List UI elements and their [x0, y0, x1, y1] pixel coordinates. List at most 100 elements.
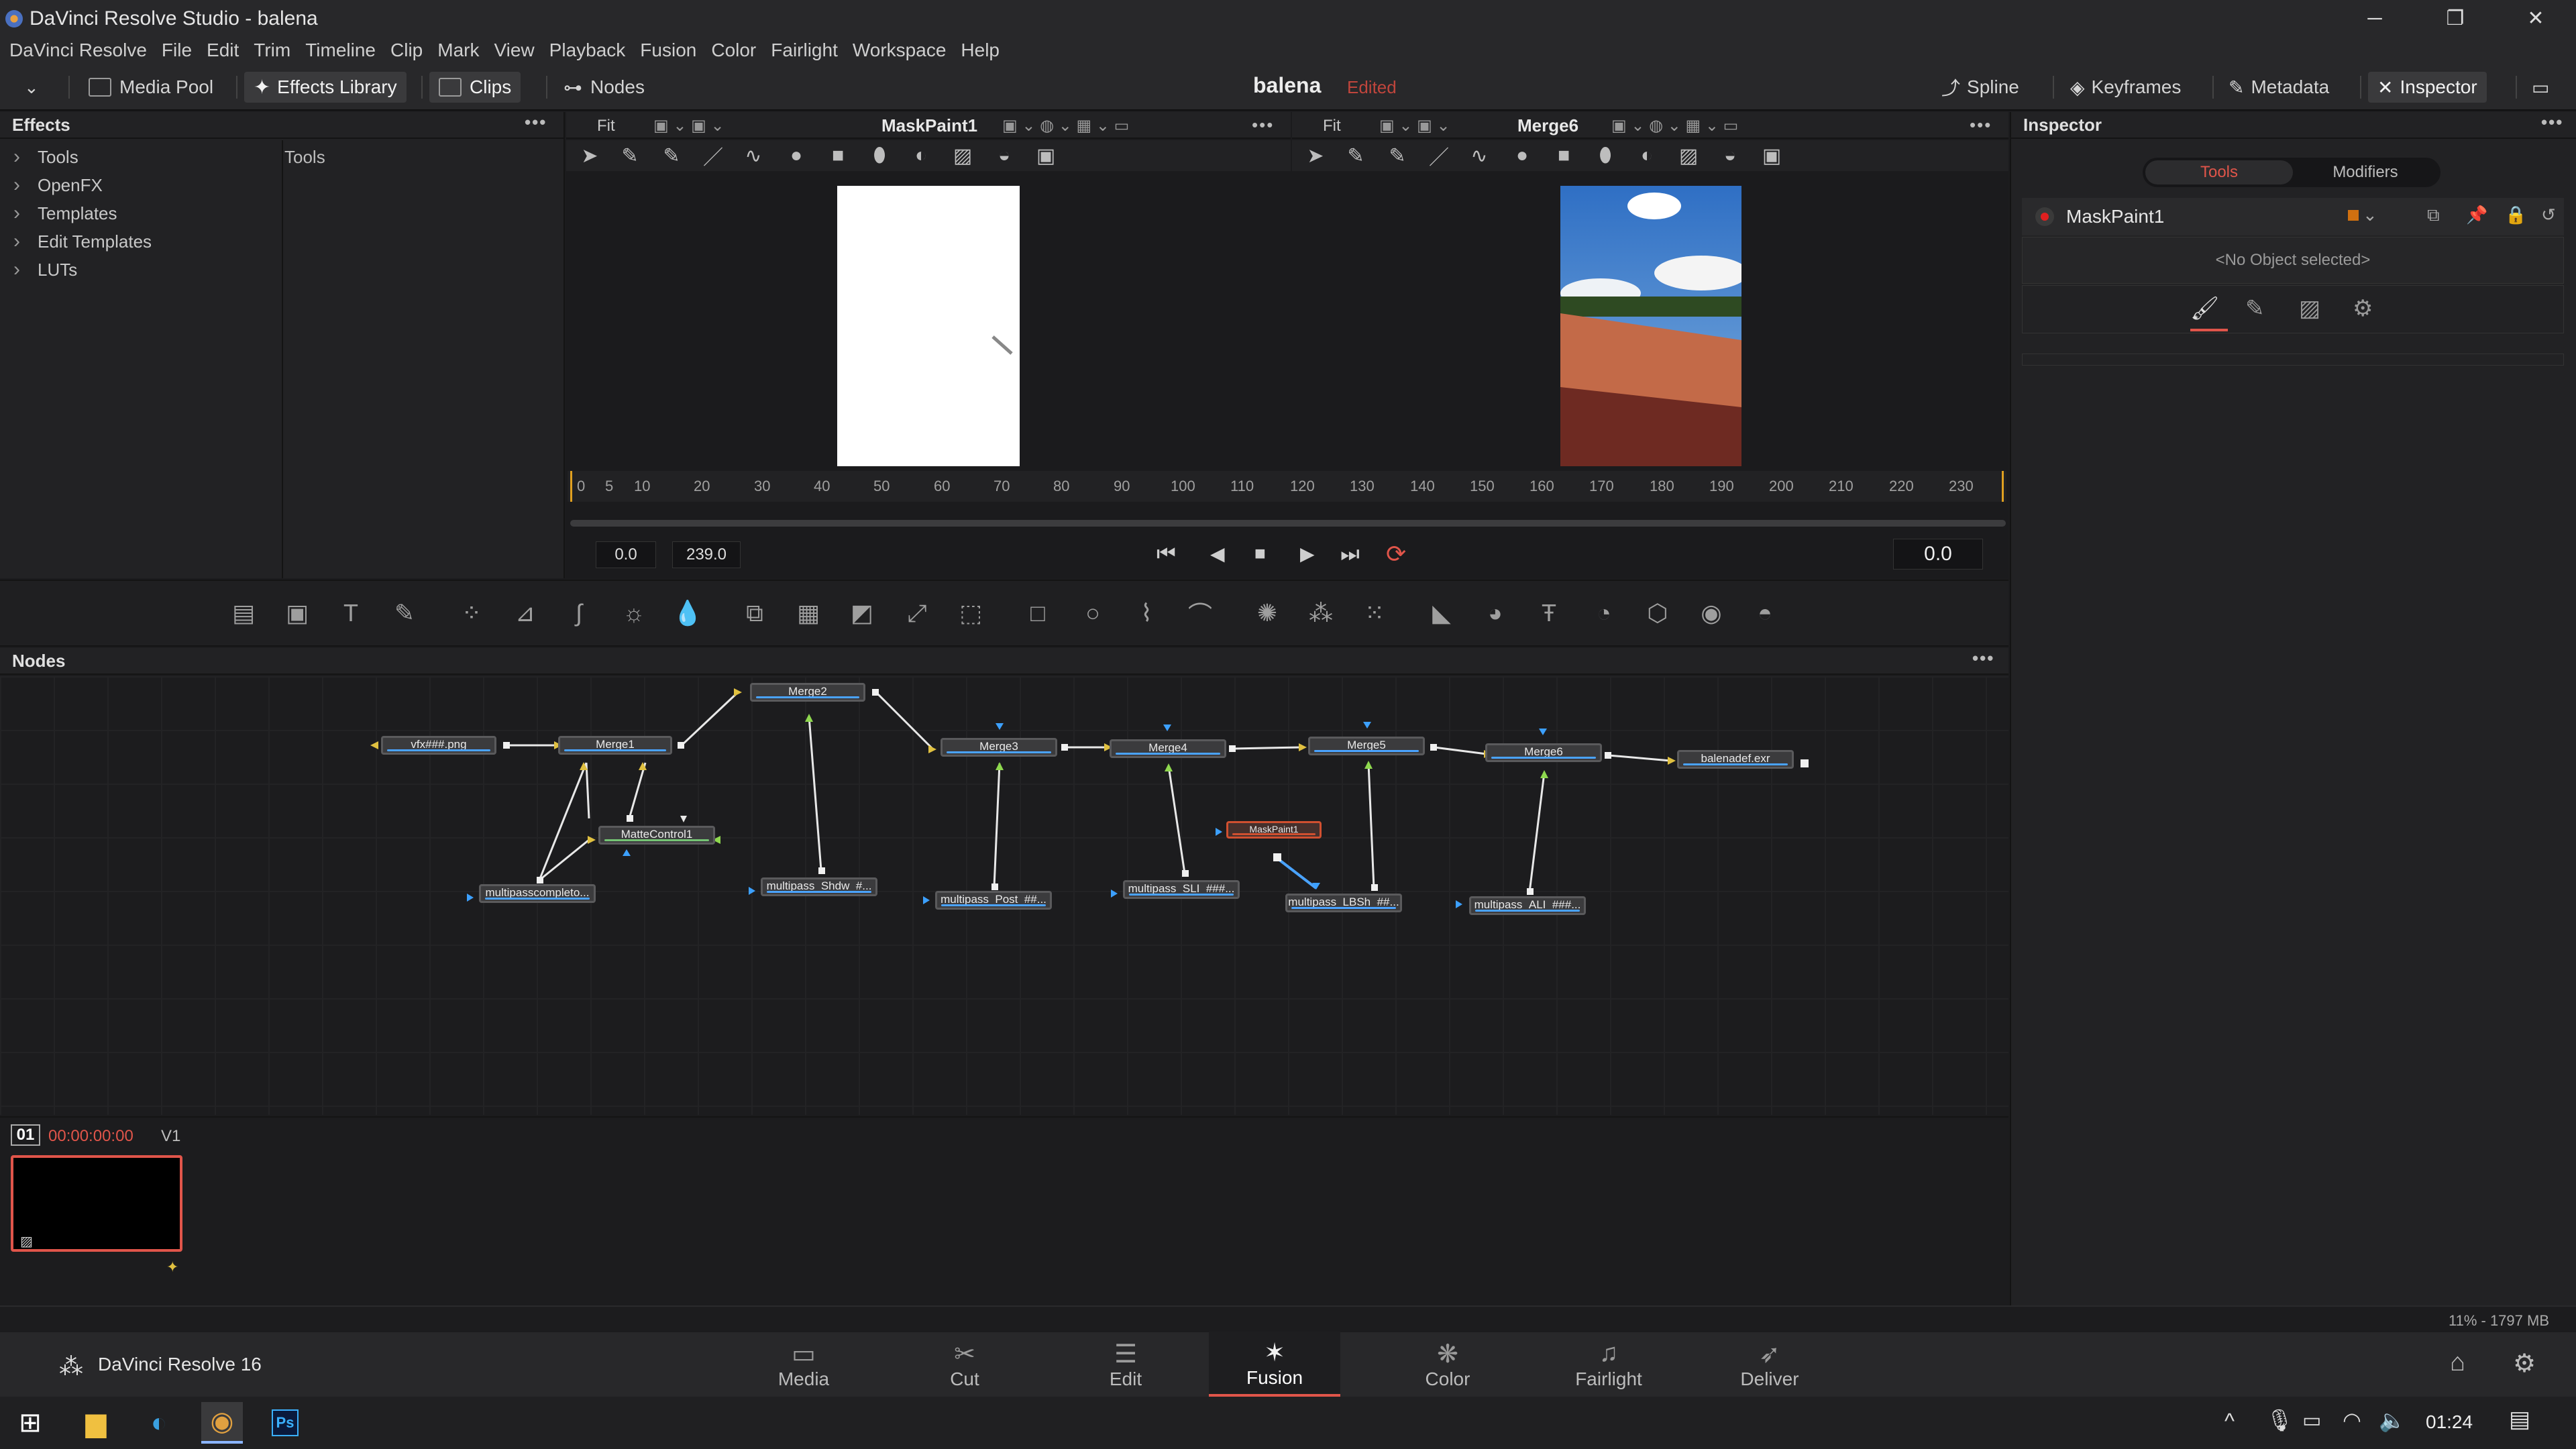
menu-davinci[interactable]: DaVinci Resolve — [9, 40, 147, 61]
copy-ellipse-icon[interactable]: ◒ — [1719, 144, 1741, 167]
spotlight-icon[interactable]: ◉ — [1695, 599, 1728, 627]
color-swatch[interactable] — [2348, 210, 2359, 221]
menu-file[interactable]: File — [162, 40, 192, 61]
merge-tool-icon[interactable]: ⧉ — [738, 599, 771, 627]
skip-to-start-icon[interactable]: ⏮ — [1157, 541, 1176, 567]
image-loader-icon[interactable]: ▣ — [280, 599, 314, 627]
text3d-icon[interactable]: Ŧ — [1532, 599, 1566, 627]
stroke-icon[interactable]: ／ — [702, 144, 724, 169]
tree-item-luts[interactable]: LUTs — [0, 256, 282, 284]
menu-clip[interactable]: Clip — [390, 40, 423, 61]
viewer-left-more-icon[interactable]: ••• — [1252, 115, 1274, 136]
page-fairlight[interactable]: ♫ Fairlight — [1543, 1332, 1674, 1397]
viewer-left-fit[interactable]: Fit — [597, 117, 615, 136]
node-merge4[interactable]: Merge4 — [1110, 739, 1226, 758]
skip-to-end-icon[interactable]: ⏭ — [1340, 541, 1360, 567]
circle-icon[interactable]: ● — [785, 144, 808, 167]
circle-icon[interactable]: ● — [1511, 144, 1534, 167]
polygon-icon[interactable]: ▣ — [1034, 144, 1057, 167]
reset-icon[interactable]: ↺ — [2541, 205, 2556, 225]
more-options-icon[interactable]: ••• — [2541, 112, 2563, 133]
page-deliver[interactable]: ➶ Deliver — [1704, 1332, 1835, 1397]
menu-fusion[interactable]: Fusion — [640, 40, 696, 61]
fullscreen-button[interactable]: ▭ — [2522, 72, 2559, 103]
minimize-button[interactable]: ─ — [2334, 0, 2415, 37]
tab-modifiers[interactable]: Modifiers — [2293, 160, 2438, 184]
node-loader-ali[interactable]: multipass_ALI_###... — [1469, 896, 1586, 915]
edit-icon[interactable]: ✎ — [2245, 295, 2265, 322]
wand-icon[interactable]: ◐ — [1635, 144, 1658, 167]
bspline-mask-icon[interactable]: ⌒ — [1183, 599, 1217, 629]
paint-tool-icon[interactable]: ✎ — [388, 599, 421, 627]
page-fusion[interactable]: ✶ Fusion — [1209, 1332, 1340, 1397]
versions-icon[interactable]: ⧉ — [2427, 205, 2440, 226]
play-icon[interactable]: ▶ — [1300, 543, 1315, 565]
effects-library-button[interactable]: ✦ Effects Library — [244, 72, 407, 103]
tree-item-templates[interactable]: Templates — [0, 199, 282, 227]
stroke-icon[interactable]: ／ — [1428, 144, 1450, 169]
chevron-down-icon[interactable]: ⌄ — [2363, 205, 2377, 225]
page-color[interactable]: ❋ Color — [1382, 1332, 1513, 1397]
menu-color[interactable]: Color — [711, 40, 756, 61]
node-merge1[interactable]: Merge1 — [558, 736, 672, 755]
particle-icon[interactable]: ⁘ — [455, 599, 488, 627]
davinci-taskbar-icon[interactable]: ◉ — [201, 1402, 243, 1444]
polyline-icon[interactable]: ∿ — [1468, 144, 1491, 167]
node-loader-sli[interactable]: multipass_SLI_###... — [1123, 880, 1240, 899]
more-options-icon[interactable]: ••• — [525, 112, 547, 133]
home-icon[interactable]: ⌂ — [2450, 1348, 2465, 1377]
wifi-icon[interactable]: ◠ — [2343, 1407, 2361, 1433]
fill-icon[interactable]: ⬮ — [868, 144, 891, 167]
multistroke-icon[interactable]: ✎ — [1344, 144, 1367, 167]
node-loader-post[interactable]: multipass_Post_##... — [935, 891, 1052, 910]
channel-booleans-icon[interactable]: ◩ — [845, 599, 879, 627]
node-loader-vfx[interactable]: vfx###.png — [381, 736, 496, 755]
merge3d-icon[interactable]: ◕ — [1479, 599, 1512, 627]
notification-icon[interactable]: ▤ — [2509, 1406, 2530, 1433]
copy-rect-icon[interactable]: ▨ — [1677, 144, 1700, 167]
viewer-right-options-icon[interactable]: ▣ ⌄ ▣ ⌄ — [1379, 116, 1450, 136]
rectangle-mask-icon[interactable]: □ — [1021, 599, 1055, 627]
close-button[interactable]: ✕ — [2496, 0, 2576, 37]
node-maskpaint1[interactable]: MaskPaint1 — [1226, 821, 1322, 839]
menu-fairlight[interactable]: Fairlight — [771, 40, 838, 61]
tree-item-edit-templates[interactable]: Edit Templates — [0, 227, 282, 256]
polyline-icon[interactable]: ∿ — [742, 144, 765, 167]
media-pool-button[interactable]: Media Pool — [79, 72, 223, 103]
playhead-start-marker[interactable] — [570, 471, 572, 502]
node-merge5[interactable]: Merge5 — [1308, 737, 1425, 755]
select-tool-icon[interactable]: ➤ — [1304, 144, 1327, 167]
camera3d-icon[interactable]: ◔ — [1587, 599, 1621, 627]
maximize-button[interactable]: ❐ — [2415, 0, 2496, 37]
clone-stroke-icon[interactable]: ✎ — [660, 144, 683, 167]
stop-icon[interactable]: ■ — [1254, 543, 1266, 564]
timeline-scrollbar[interactable] — [570, 520, 2006, 527]
maskpaint-preview-image[interactable] — [837, 186, 1020, 466]
viewer-right-more-icon[interactable]: ••• — [1970, 115, 1992, 136]
rectangle-icon[interactable]: ■ — [826, 144, 849, 167]
rectangle-icon[interactable]: ■ — [1552, 144, 1575, 167]
viewer-right-fit[interactable]: Fit — [1323, 117, 1341, 136]
shape3d-icon[interactable]: ◣ — [1425, 599, 1458, 627]
tree-item-tools[interactable]: Tools — [0, 143, 282, 171]
nodes-panel[interactable]: Nodes ••• vfx###.png Merge1 Merge2 Matte… — [0, 648, 2008, 1115]
menu-view[interactable]: View — [494, 40, 534, 61]
menu-playback[interactable]: Playback — [549, 40, 626, 61]
color-corrector-icon[interactable]: ∫ — [562, 599, 596, 627]
resize-icon[interactable]: ⤢ — [900, 599, 934, 627]
clips-button[interactable]: Clips — [429, 72, 521, 103]
playhead-end-marker[interactable] — [2002, 471, 2004, 502]
brightness-icon[interactable]: ☼ — [617, 599, 651, 627]
node-mattecontrol1[interactable]: MatteControl1 — [598, 826, 715, 845]
loop-icon[interactable]: ⟳ — [1386, 540, 1406, 568]
page-media[interactable]: ▭ Media — [738, 1332, 869, 1397]
lock-icon[interactable]: 🔒 — [2505, 205, 2526, 225]
workspace-dropdown[interactable]: ⌄ — [15, 72, 48, 103]
wand-icon[interactable]: ◐ — [910, 144, 932, 167]
settings-icon[interactable]: ⚙ — [2353, 295, 2373, 322]
node-merge6[interactable]: Merge6 — [1485, 743, 1602, 762]
node-loader-multipasscompleto[interactable]: multipasscompleto... — [479, 884, 596, 903]
speaker-icon[interactable]: 🔈 — [2379, 1407, 2406, 1433]
imageplane3d-icon[interactable]: ⬡ — [1641, 599, 1674, 627]
render-end-field[interactable]: 239.0 — [672, 541, 741, 568]
